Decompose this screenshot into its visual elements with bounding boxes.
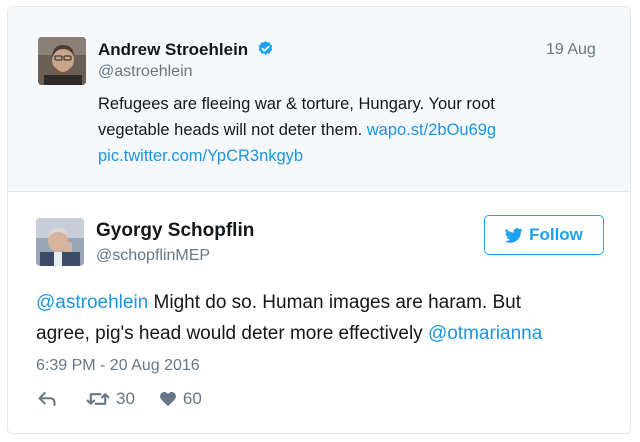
reply-author-name[interactable]: Gyorgy Schopflin: [96, 220, 254, 242]
tweet-text-line1: Refugees are fleeing war & torture, Hung…: [98, 95, 495, 113]
verified-icon: [258, 41, 273, 55]
twitter-bird-icon: [505, 227, 523, 243]
reply-avatar[interactable]: [36, 218, 84, 266]
reply-icon: [38, 392, 56, 406]
article-link[interactable]: wapo.st/2bOu69g: [367, 121, 496, 139]
like-count: 60: [182, 389, 202, 408]
avatar[interactable]: [38, 37, 86, 85]
reply-text-line1: @astroehlein Might do so. Human images a…: [36, 292, 521, 314]
mention-link[interactable]: @astroehlein: [36, 292, 148, 313]
avatar-image: [38, 37, 86, 85]
like-button[interactable]: 60: [159, 389, 202, 409]
heart-icon: [159, 391, 176, 407]
follow-label: Follow: [529, 225, 583, 244]
reply-text-fragment: Might do so. Human images are haram. But: [148, 292, 522, 313]
reply-text-line2: agree, pig's head would deter more effec…: [36, 323, 542, 345]
mention-link[interactable]: @otmarianna: [428, 323, 542, 344]
avatar-image: [36, 218, 84, 266]
tweet-text-line2: vegetable heads will not deter them. wap…: [98, 121, 496, 140]
follow-button[interactable]: Follow: [484, 215, 604, 255]
parent-tweet[interactable]: Andrew Stroehlein @astroehlein 19 Aug Re…: [8, 7, 630, 192]
author-name-text: Andrew Stroehlein: [98, 40, 249, 59]
author-name[interactable]: Andrew Stroehlein: [98, 40, 274, 60]
retweet-count: 30: [116, 389, 135, 408]
reply-text-fragment: agree, pig's head would deter more effec…: [36, 323, 428, 344]
retweet-button[interactable]: 30: [86, 389, 135, 409]
author-handle[interactable]: @astroehlein: [98, 63, 193, 81]
tweet-card: Andrew Stroehlein @astroehlein 19 Aug Re…: [7, 6, 631, 434]
tweet-text-fragment: vegetable heads will not deter them.: [98, 121, 363, 139]
reply-author-handle[interactable]: @schopflinMEP: [96, 247, 210, 265]
reply-timestamp[interactable]: 6:39 PM - 20 Aug 2016: [36, 357, 200, 375]
tweet-actions: 30 60: [38, 389, 202, 409]
retweet-icon: [86, 393, 110, 405]
reply-button[interactable]: [38, 392, 56, 406]
tweet-date[interactable]: 19 Aug: [546, 41, 596, 59]
pic-link[interactable]: pic.twitter.com/YpCR3nkgyb: [98, 147, 303, 166]
